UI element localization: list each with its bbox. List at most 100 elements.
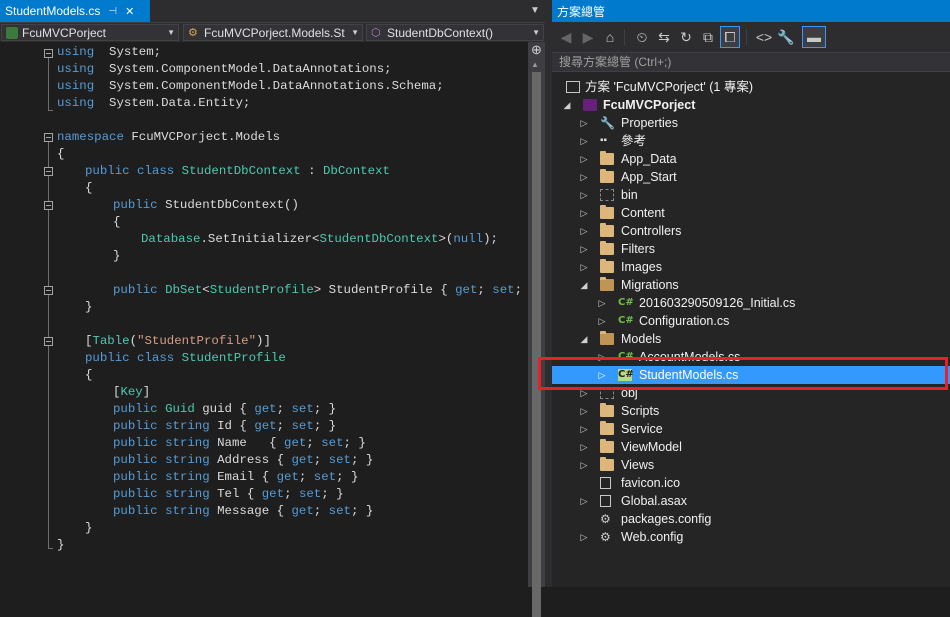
chevron-right-icon[interactable]: ▷ [597, 366, 607, 384]
tree-item-viewmodel[interactable]: ▷ ViewModel [552, 438, 950, 456]
chevron-down-icon[interactable]: ◢ [579, 276, 589, 294]
collapse-icon[interactable] [44, 49, 53, 58]
tree-item-solution[interactable]: 方案 'FcuMVCPorject' (1 專案) [552, 78, 950, 96]
tree-item-app-start[interactable]: ▷ App_Start [552, 168, 950, 186]
history-icon[interactable]: ⏲ [632, 26, 652, 48]
member-dropdown[interactable]: ⬡ StudentDbContext() ▼ [366, 24, 544, 41]
class-icon: ⚙ [188, 26, 198, 39]
chevron-right-icon[interactable]: ▷ [579, 168, 589, 186]
tree-item-controllers[interactable]: ▷ Controllers [552, 222, 950, 240]
pin-icon[interactable]: ⊣ [108, 6, 117, 17]
chevron-right-icon[interactable]: ▷ [579, 114, 589, 132]
tree-item-label: Global.asax [621, 494, 688, 508]
tab-studentmodels[interactable]: StudentModels.cs ⊣ ✕ [0, 0, 150, 22]
tree-item-filters[interactable]: ▷ Filters [552, 240, 950, 258]
sync-icon[interactable]: ⇆ [654, 26, 674, 48]
hidden-folder-icon [600, 387, 614, 399]
tree-item-bin[interactable]: ▷ bin [552, 186, 950, 204]
chevron-right-icon[interactable]: ▷ [579, 402, 589, 420]
collapse-all-icon[interactable]: ⧉ [698, 26, 718, 48]
scrollbar-thumb[interactable] [532, 72, 541, 617]
chevron-right-icon[interactable]: ▷ [597, 294, 607, 312]
tree-item-views[interactable]: ▷ Views [552, 456, 950, 474]
code-line: public class StudentProfile [85, 351, 286, 365]
folder-icon [600, 205, 614, 219]
chevron-right-icon[interactable]: ▷ [579, 258, 589, 276]
tree-item-properties[interactable]: ▷ 🔧 Properties [552, 114, 950, 132]
solution-search-box[interactable] [552, 52, 950, 72]
chevron-right-icon[interactable]: ▷ [579, 492, 589, 510]
search-input[interactable] [557, 54, 941, 70]
chevron-down-icon: ▼ [351, 28, 359, 37]
tree-item-favicon[interactable]: favicon.ico [552, 474, 950, 492]
properties-icon[interactable]: 🔧 [776, 26, 796, 48]
split-window-icon[interactable]: ⊕ [530, 43, 543, 56]
chevron-right-icon[interactable]: ▷ [579, 186, 589, 204]
chevron-down-icon[interactable]: ◢ [562, 96, 572, 114]
code-line: { [85, 368, 93, 382]
chevron-right-icon[interactable]: ▷ [579, 222, 589, 240]
tree-item-initial-migration[interactable]: ▷ C# 201603290509126_Initial.cs [552, 294, 950, 312]
folder-open-icon [600, 331, 614, 345]
csharp-file-icon: C# [618, 315, 634, 326]
tree-item-content[interactable]: ▷ Content [552, 204, 950, 222]
chevron-right-icon[interactable]: ▷ [579, 528, 589, 546]
tree-item-configuration[interactable]: ▷ C# Configuration.cs [552, 312, 950, 330]
chevron-down-icon[interactable]: ◢ [579, 330, 589, 348]
code-line: public string Email { get; set; } [113, 470, 359, 484]
class-dropdown[interactable]: ⚙ FcuMVCPorject.Models.St ▼ [183, 24, 363, 41]
tree-item-service[interactable]: ▷ Service [552, 420, 950, 438]
collapse-icon[interactable] [44, 286, 53, 295]
vertical-scrollbar[interactable]: ⊕ ▲ [528, 42, 545, 617]
tree-item-app-data[interactable]: ▷ App_Data [552, 150, 950, 168]
forward-icon[interactable]: ▶ [578, 26, 598, 48]
tree-item-web-config[interactable]: ▷ ⚙ Web.config [552, 528, 950, 546]
preview-icon[interactable]: ▬ [802, 26, 826, 48]
project-dropdown[interactable]: FcuMVCPorject ▼ [1, 24, 179, 41]
tree-item-models[interactable]: ◢ Models [552, 330, 950, 348]
pane-splitter[interactable] [545, 0, 552, 587]
folder-icon [600, 259, 614, 273]
solution-explorer-title[interactable]: 方案總管 [552, 0, 950, 22]
chevron-right-icon[interactable]: ▷ [579, 438, 589, 456]
tree-item-packages-config[interactable]: ⚙ packages.config [552, 510, 950, 528]
tree-item-migrations[interactable]: ◢ Migrations [552, 276, 950, 294]
tree-item-project[interactable]: ◢ FcuMVCPorject [552, 96, 950, 114]
collapse-icon[interactable] [44, 201, 53, 210]
folder-icon [600, 457, 614, 471]
collapse-icon[interactable] [44, 337, 53, 346]
chevron-right-icon[interactable]: ▷ [579, 240, 589, 258]
chevron-right-icon[interactable]: ▷ [597, 348, 607, 366]
tree-item-obj[interactable]: ▷ obj [552, 384, 950, 402]
close-icon[interactable]: ✕ [125, 5, 134, 18]
view-code-icon[interactable]: <> [754, 26, 774, 48]
solution-tree: 方案 'FcuMVCPorject' (1 專案) ◢ FcuMVCPorjec… [552, 72, 950, 587]
chevron-right-icon[interactable]: ▷ [579, 150, 589, 168]
folder-icon [600, 421, 614, 435]
home-icon[interactable]: ⌂ [600, 26, 620, 48]
code-text-area[interactable]: using System; using System.ComponentMode… [0, 42, 537, 587]
solution-explorer-pane: 方案總管 ◀ ▶ ⌂ ⏲ ⇆ ↻ ⧉ ⧠ <> 🔧 ▬ 方案 'FcuMVCPo… [552, 0, 950, 587]
tree-item-account-models[interactable]: ▷ C# AccountModels.cs [552, 348, 950, 366]
back-icon[interactable]: ◀ [556, 26, 576, 48]
refresh-icon[interactable]: ↻ [676, 26, 696, 48]
chevron-right-icon[interactable]: ▷ [579, 456, 589, 474]
scroll-up-icon[interactable]: ▲ [531, 60, 539, 69]
code-line: public StudentDbContext() [113, 198, 299, 212]
tree-item-student-models[interactable]: ▷ C# StudentModels.cs [552, 366, 950, 384]
chevron-right-icon[interactable]: ▷ [579, 132, 589, 150]
show-all-files-icon[interactable]: ⧠ [720, 26, 740, 48]
tree-item-images[interactable]: ▷ Images [552, 258, 950, 276]
tree-item-scripts[interactable]: ▷ Scripts [552, 402, 950, 420]
chevron-right-icon[interactable]: ▷ [579, 204, 589, 222]
chevron-right-icon[interactable]: ▷ [579, 384, 589, 402]
fold-guide [48, 58, 49, 110]
collapse-icon[interactable] [44, 167, 53, 176]
tab-list-dropdown-icon[interactable]: ▼ [527, 3, 543, 19]
tree-item-references[interactable]: ▷ ▪▪ 參考 [552, 132, 950, 150]
tree-item-global-asax[interactable]: ▷ Global.asax [552, 492, 950, 510]
chevron-right-icon[interactable]: ▷ [579, 420, 589, 438]
chevron-right-icon[interactable]: ▷ [597, 312, 607, 330]
tree-item-label: AccountModels.cs [639, 350, 741, 364]
collapse-icon[interactable] [44, 133, 53, 142]
